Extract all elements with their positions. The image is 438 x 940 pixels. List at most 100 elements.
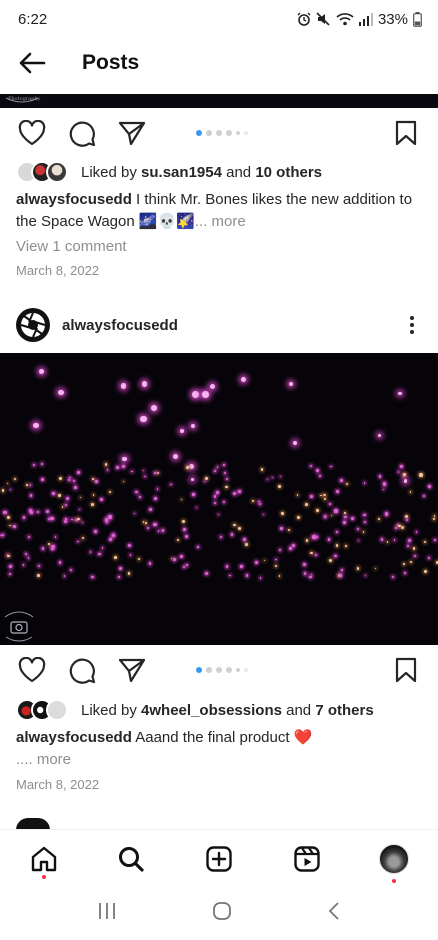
star-light (245, 573, 249, 577)
star-light (41, 478, 45, 482)
carousel-dot (244, 668, 248, 672)
star-light (230, 533, 234, 536)
star-light (52, 492, 55, 495)
post-image-previous[interactable]: Photography (0, 94, 438, 108)
star-light (213, 495, 217, 498)
aperture-logo-icon (20, 312, 46, 338)
more-options-button[interactable] (400, 313, 424, 337)
star-light (288, 381, 293, 386)
star-light (142, 469, 145, 471)
recents-button[interactable] (97, 902, 117, 925)
back-nav-button[interactable] (327, 901, 341, 926)
back-button[interactable] (0, 38, 64, 88)
star-light (316, 535, 319, 538)
star-light (433, 538, 437, 541)
like-button[interactable] (16, 117, 48, 149)
home-button[interactable] (212, 901, 232, 926)
caption-username[interactable]: alwaysfocusedd (16, 191, 132, 208)
post-author[interactable]: alwaysfocusedd (62, 317, 178, 334)
star-light (151, 405, 158, 412)
post-image[interactable] (0, 353, 438, 645)
avatar[interactable] (16, 308, 50, 342)
save-button[interactable] (390, 117, 422, 149)
star-light (346, 482, 349, 485)
liker-avatars (16, 699, 68, 721)
star-light (310, 573, 312, 576)
status-bar: 6:22 33% (0, 0, 438, 38)
star-light (428, 556, 431, 559)
star-light (394, 526, 397, 529)
star-light (106, 521, 108, 524)
star-light (81, 536, 85, 540)
nav-search[interactable] (111, 839, 151, 879)
battery-percent: 33% (377, 10, 408, 28)
star-light (186, 465, 190, 469)
star-light (137, 558, 140, 561)
reels-icon (293, 845, 320, 872)
star-light (302, 562, 306, 566)
star-light (275, 558, 277, 560)
caption-username[interactable]: alwaysfocusedd (16, 729, 132, 746)
liked-by-user[interactable]: su.san1954 (141, 164, 222, 181)
star-light (258, 502, 261, 506)
star-light (322, 493, 326, 497)
liked-by-others[interactable]: 10 others (255, 164, 322, 181)
star-light (3, 510, 7, 515)
view-comments-link[interactable]: View 1 comment (16, 238, 127, 255)
nav-reels[interactable] (287, 839, 327, 879)
star-light (100, 497, 104, 501)
star-light (335, 544, 339, 547)
star-light (139, 496, 141, 498)
bookmark-icon (395, 657, 417, 683)
star-light (191, 390, 199, 398)
star-light (392, 575, 395, 579)
star-light (23, 516, 26, 519)
likes-summary[interactable]: Liked by su.san1954 and 10 others (16, 160, 322, 184)
likes-summary[interactable]: Liked by 4wheel_obsessions and 7 others (16, 698, 374, 722)
liked-by-user[interactable]: 4wheel_obsessions (141, 702, 282, 719)
star-light (101, 547, 104, 550)
star-light (119, 567, 123, 571)
post-caption: alwaysfocusedd Aaand the final product ❤… (16, 727, 416, 771)
send-icon (118, 658, 146, 683)
star-light (329, 503, 331, 505)
star-light (233, 523, 236, 526)
caption-more-link[interactable]: .... more (16, 749, 416, 771)
nav-create[interactable] (199, 839, 239, 879)
share-button[interactable] (116, 654, 148, 686)
like-button[interactable] (16, 654, 48, 686)
star-light (77, 517, 80, 520)
arrow-left-icon (19, 52, 46, 74)
liked-by-others[interactable]: 7 others (315, 702, 373, 719)
signal-icon (358, 12, 373, 26)
star-light (146, 526, 149, 529)
star-light (195, 506, 198, 509)
home-circle-icon (213, 902, 231, 920)
star-light (403, 563, 405, 565)
star-light (13, 477, 17, 480)
share-button[interactable] (116, 117, 148, 149)
carousel-dot (206, 130, 212, 136)
star-light (363, 513, 366, 517)
caption-more-link[interactable]: ... more (195, 213, 246, 230)
comment-button[interactable] (66, 654, 98, 686)
star-light (356, 567, 360, 570)
star-light (170, 484, 172, 486)
star-light (209, 384, 215, 390)
star-light (336, 531, 339, 534)
nav-home[interactable] (24, 839, 64, 879)
star-light (245, 543, 248, 547)
star-light (384, 512, 389, 516)
star-light (264, 559, 266, 561)
star-light (215, 490, 219, 494)
nav-profile[interactable] (374, 839, 414, 883)
post-actions (0, 648, 438, 692)
star-light (37, 511, 40, 514)
comment-button[interactable] (66, 117, 98, 149)
star-light (240, 565, 243, 568)
star-light (93, 494, 95, 496)
star-light (69, 476, 71, 479)
star-light (142, 381, 148, 387)
carousel-dot (216, 667, 222, 673)
save-button[interactable] (390, 654, 422, 686)
